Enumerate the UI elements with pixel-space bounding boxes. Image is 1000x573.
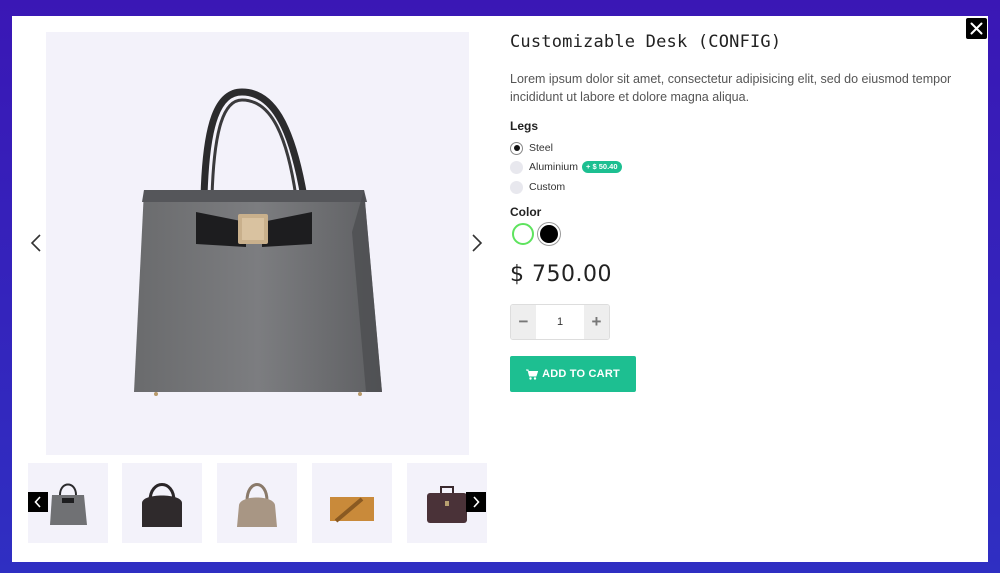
prev-image-button[interactable] (26, 231, 46, 255)
black-hobo-thumb (142, 483, 182, 527)
aluminium-price-badge: + $ 50.40 (582, 161, 622, 173)
color-swatch-black[interactable] (538, 223, 560, 245)
close-icon (970, 22, 983, 35)
quantity-decrease-button[interactable]: − (511, 305, 536, 339)
legs-option-custom[interactable]: Custom (510, 180, 565, 194)
thumbnail-strip (28, 463, 487, 543)
aluminium-radio[interactable] (510, 160, 523, 174)
steel-label: Steel (529, 142, 553, 154)
chevron-left-icon (30, 234, 41, 252)
color-label: Color (510, 205, 542, 219)
thumbnail-black-hobo[interactable] (122, 463, 202, 543)
main-product-image (46, 32, 469, 455)
aluminium-label: Aluminium (529, 161, 579, 173)
custom-radio[interactable] (510, 180, 523, 194)
product-title: Customizable Desk (CONFIG) (510, 32, 782, 52)
cart-icon (526, 369, 539, 380)
quantity-stepper: − 1 + (510, 304, 610, 340)
thumbnail-beige-hobo[interactable] (217, 463, 297, 543)
thumbnail-prev-button[interactable] (28, 492, 48, 512)
next-image-button[interactable] (467, 231, 487, 255)
quantity-input[interactable]: 1 (536, 305, 584, 339)
product-price: $ 750.00 (510, 262, 612, 287)
quantity-increase-button[interactable]: + (584, 305, 609, 339)
color-swatch-white[interactable] (512, 223, 534, 245)
legs-option-aluminium[interactable]: Aluminium + $ 50.40 (510, 160, 622, 174)
add-to-cart-button[interactable]: ADD TO CART (510, 356, 636, 392)
tan-messenger-thumb (330, 497, 374, 523)
legs-option-steel[interactable]: Steel (510, 141, 553, 155)
product-description: Lorem ipsum dolor sit amet, consectetur … (510, 72, 952, 104)
legs-label: Legs (510, 119, 539, 133)
add-to-cart-label: ADD TO CART (542, 368, 620, 380)
steel-radio[interactable] (510, 141, 523, 155)
gray-tote-bag-image (134, 88, 382, 396)
chevron-right-icon (473, 496, 480, 508)
product-details: Customizable Desk (CONFIG) Lorem ipsum d… (510, 32, 970, 392)
custom-label: Custom (529, 181, 566, 193)
chevron-right-icon (472, 234, 483, 252)
beige-hobo-thumb (237, 483, 277, 527)
thumbnail-next-button[interactable] (466, 492, 486, 512)
thumbnail-tan-messenger[interactable] (312, 463, 392, 543)
chevron-left-icon (34, 496, 41, 508)
